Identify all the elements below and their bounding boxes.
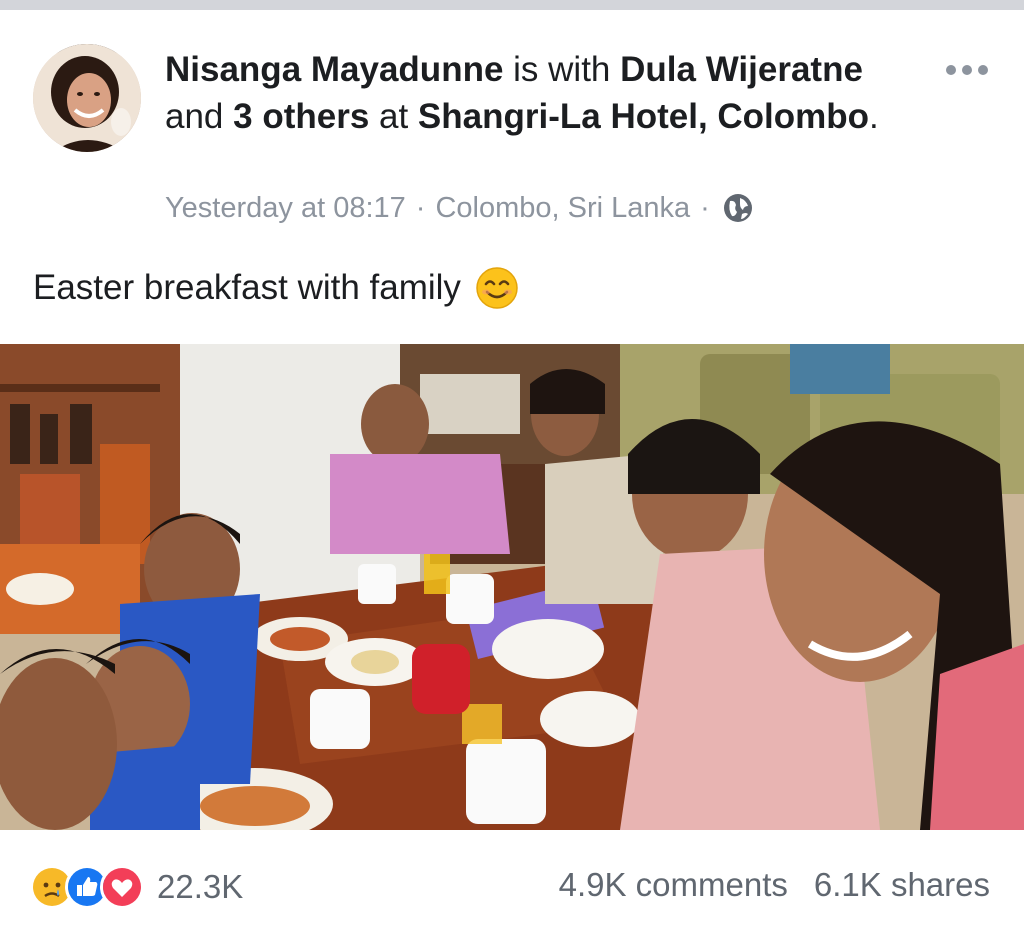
love-reaction-icon xyxy=(100,865,144,909)
top-divider xyxy=(0,0,1024,10)
author-name[interactable]: Nisanga Mayadunne xyxy=(165,50,503,89)
globe-icon[interactable] xyxy=(722,192,754,224)
engagement-stats: 4.9K comments 6.1K shares xyxy=(559,866,990,904)
at-text: at xyxy=(369,97,418,136)
period: . xyxy=(869,97,879,136)
post-body: Easter breakfast with family xyxy=(33,266,519,310)
smiling-face-emoji xyxy=(476,267,518,309)
more-options-icon[interactable] xyxy=(946,62,996,78)
reaction-count: 22.3K xyxy=(157,868,244,905)
avatar[interactable] xyxy=(33,44,141,152)
tagged-person[interactable]: Dula Wijeratne xyxy=(620,50,863,89)
post-meta: Yesterday at 08:17 · Colombo, Sri Lanka … xyxy=(165,190,754,226)
timestamp[interactable]: Yesterday at 08:17 xyxy=(165,190,406,226)
others-link[interactable]: 3 others xyxy=(233,97,369,136)
place-link[interactable]: Shangri-La Hotel, Colombo xyxy=(418,97,869,136)
group-selfie-image xyxy=(0,344,1024,830)
comments-count[interactable]: 4.9K comments xyxy=(559,866,788,904)
reaction-summary[interactable]: 22.3K xyxy=(30,864,243,910)
post-headline: Nisanga Mayadunne is with Dula Wijeratne… xyxy=(165,46,885,140)
post-text: Easter breakfast with family xyxy=(33,268,461,307)
meta-separator: · xyxy=(700,192,710,224)
and-text: and xyxy=(165,97,234,136)
location[interactable]: Colombo, Sri Lanka xyxy=(435,190,690,226)
with-text: is with xyxy=(503,50,621,89)
meta-separator: · xyxy=(415,192,426,224)
post-photo[interactable] xyxy=(0,344,1024,830)
shares-count[interactable]: 6.1K shares xyxy=(814,866,990,904)
profile-photo xyxy=(33,44,141,152)
